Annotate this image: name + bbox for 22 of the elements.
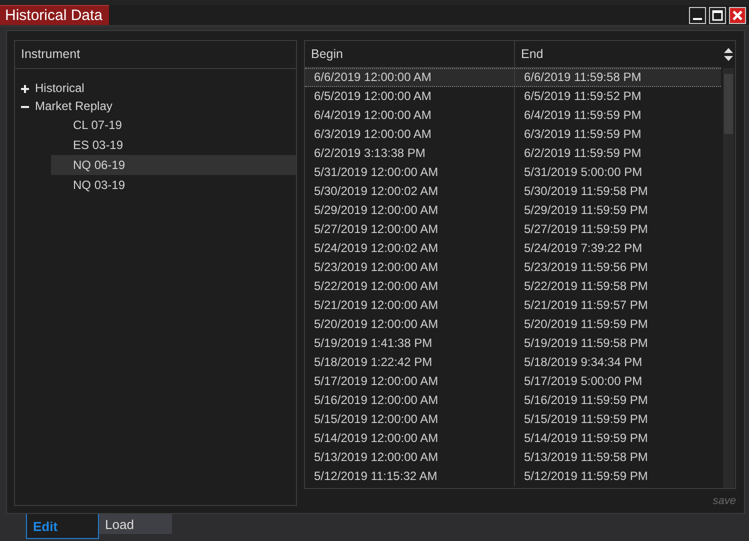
scrollbar-thumb[interactable] [724, 74, 732, 134]
maximize-button[interactable] [709, 6, 726, 24]
maximize-icon [712, 10, 723, 20]
table-row[interactable]: 6/6/2019 12:00:00 AM 6/6/2019 11:59:58 PM [305, 68, 721, 87]
close-button[interactable] [729, 6, 746, 24]
tree-node[interactable]: CL 07-19 [51, 115, 296, 135]
close-icon [732, 10, 743, 20]
scroll-down-icon[interactable] [724, 56, 732, 61]
tree-node[interactable]: ES 03-19 [51, 135, 296, 155]
column-header[interactable]: Begin [305, 41, 514, 67]
tree-node[interactable]: NQ 03-19 [51, 175, 296, 195]
tree-node[interactable]: Historical [15, 79, 296, 97]
tree-node[interactable]: NQ 06-19 [51, 155, 296, 175]
expand-icon[interactable] [21, 84, 30, 92]
scroll-up-icon[interactable] [724, 48, 732, 53]
minimize-button[interactable] [689, 6, 706, 24]
window-title: Historical Data [0, 5, 109, 25]
tree-node[interactable]: Market Replay [15, 97, 296, 115]
tab[interactable]: Edit [26, 514, 99, 539]
minimize-icon [693, 18, 702, 20]
column-header: Instrument [15, 41, 296, 69]
tab[interactable]: Load [99, 514, 172, 534]
